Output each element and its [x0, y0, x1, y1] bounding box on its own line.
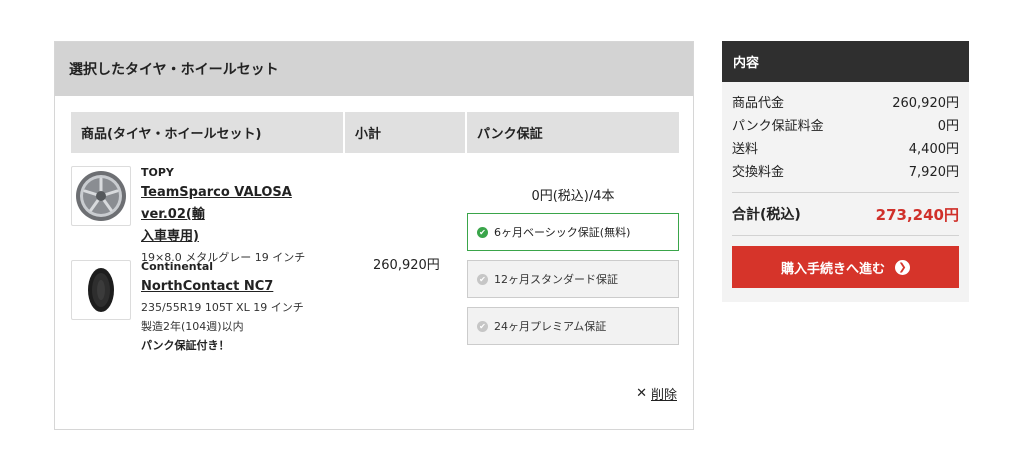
divider — [732, 235, 959, 236]
close-icon: ✕ — [636, 386, 647, 401]
summary-value: 7,920円 — [908, 165, 959, 180]
warranty-option-24month[interactable]: ✔ 24ヶ月プレミアム保証 — [467, 307, 679, 345]
summary-value: 0円 — [937, 119, 959, 134]
summary-value: 4,400円 — [908, 142, 959, 157]
order-summary: 内容 商品代金 260,920円 パンク保証料金 0円 送料 4,400円 交換… — [722, 41, 969, 302]
warranty-option-label: 24ヶ月プレミアム保証 — [494, 320, 607, 333]
product-spec: 235/55R19 105T XL 19 インチ — [141, 301, 304, 314]
delete-button[interactable]: ✕ 削除 — [636, 384, 677, 403]
summary-row-shipping: 送料 4,400円 — [732, 138, 959, 161]
summary-total: 合計(税込) 273,240円 — [732, 193, 959, 235]
summary-label: 商品代金 — [732, 96, 785, 111]
table-header: 商品(タイヤ・ホイールセット) 小計 パンク保証 — [71, 112, 679, 153]
summary-title: 内容 — [722, 41, 969, 82]
product-name-line2[interactable]: 入車専用) — [141, 229, 199, 244]
chevron-right-icon: ❯ — [895, 259, 910, 275]
wheel-icon[interactable] — [71, 166, 131, 226]
summary-value: 260,920円 — [892, 96, 959, 111]
warranty-option-6month[interactable]: ✔ 6ヶ月ベーシック保証(無料) — [467, 213, 679, 251]
summary-row-warranty-fee: パンク保証料金 0円 — [732, 115, 959, 138]
column-header-subtotal: 小計 — [345, 112, 465, 153]
product-tire: Continental NorthContact NC7 235/55R19 1… — [71, 260, 351, 355]
product-name-link[interactable]: TeamSparco VALOSA ver.02(輸 入車専用) — [141, 182, 351, 248]
check-circle-icon: ✔ — [477, 320, 488, 332]
checkout-button[interactable]: 購入手続きへ進む ❯ — [732, 246, 959, 288]
column-header-warranty: パンク保証 — [467, 112, 679, 153]
selected-set-panel: 選択したタイヤ・ホイールセット 商品(タイヤ・ホイールセット) 小計 パンク保証 — [54, 41, 694, 430]
warranty-option-label: 6ヶ月ベーシック保証(無料) — [494, 226, 631, 239]
check-circle-icon: ✔ — [477, 273, 488, 285]
warranty-included-note: パンク保証付き！ — [141, 339, 230, 352]
product-brand: TOPY — [141, 166, 174, 179]
warranty-price: 0円(税込)/4本 — [531, 189, 615, 204]
panel-title: 選択したタイヤ・ホイールセット — [55, 42, 693, 96]
product-manufacture-note: 製造2年(104週)以内 — [141, 320, 244, 333]
check-circle-icon: ✔ — [477, 226, 488, 238]
warranty-option-12month[interactable]: ✔ 12ヶ月スタンダード保証 — [467, 260, 679, 298]
product-brand: Continental — [141, 260, 214, 273]
summary-label: 交換料金 — [732, 165, 785, 180]
column-header-product: 商品(タイヤ・ホイールセット) — [71, 112, 343, 153]
tire-icon[interactable] — [71, 260, 131, 320]
total-value: 273,240円 — [875, 205, 959, 224]
product-name-link[interactable]: NorthContact NC7 — [141, 276, 351, 298]
summary-label: 送料 — [732, 142, 759, 157]
summary-row-product-price: 商品代金 260,920円 — [732, 92, 959, 115]
product-name-line1[interactable]: TeamSparco VALOSA ver.02(輸 — [141, 185, 292, 222]
checkout-label: 購入手続きへ進む — [780, 261, 885, 277]
warranty-option-label: 12ヶ月スタンダード保証 — [494, 273, 618, 286]
summary-label: パンク保証料金 — [732, 119, 824, 134]
summary-row-exchange-fee: 交換料金 7,920円 — [732, 161, 959, 184]
delete-label[interactable]: 削除 — [651, 384, 677, 403]
total-label: 合計(税込) — [732, 207, 801, 223]
product-wheel: TOPY TeamSparco VALOSA ver.02(輸 入車専用) 19… — [71, 166, 351, 267]
subtotal-value: 260,920円 — [373, 258, 440, 273]
